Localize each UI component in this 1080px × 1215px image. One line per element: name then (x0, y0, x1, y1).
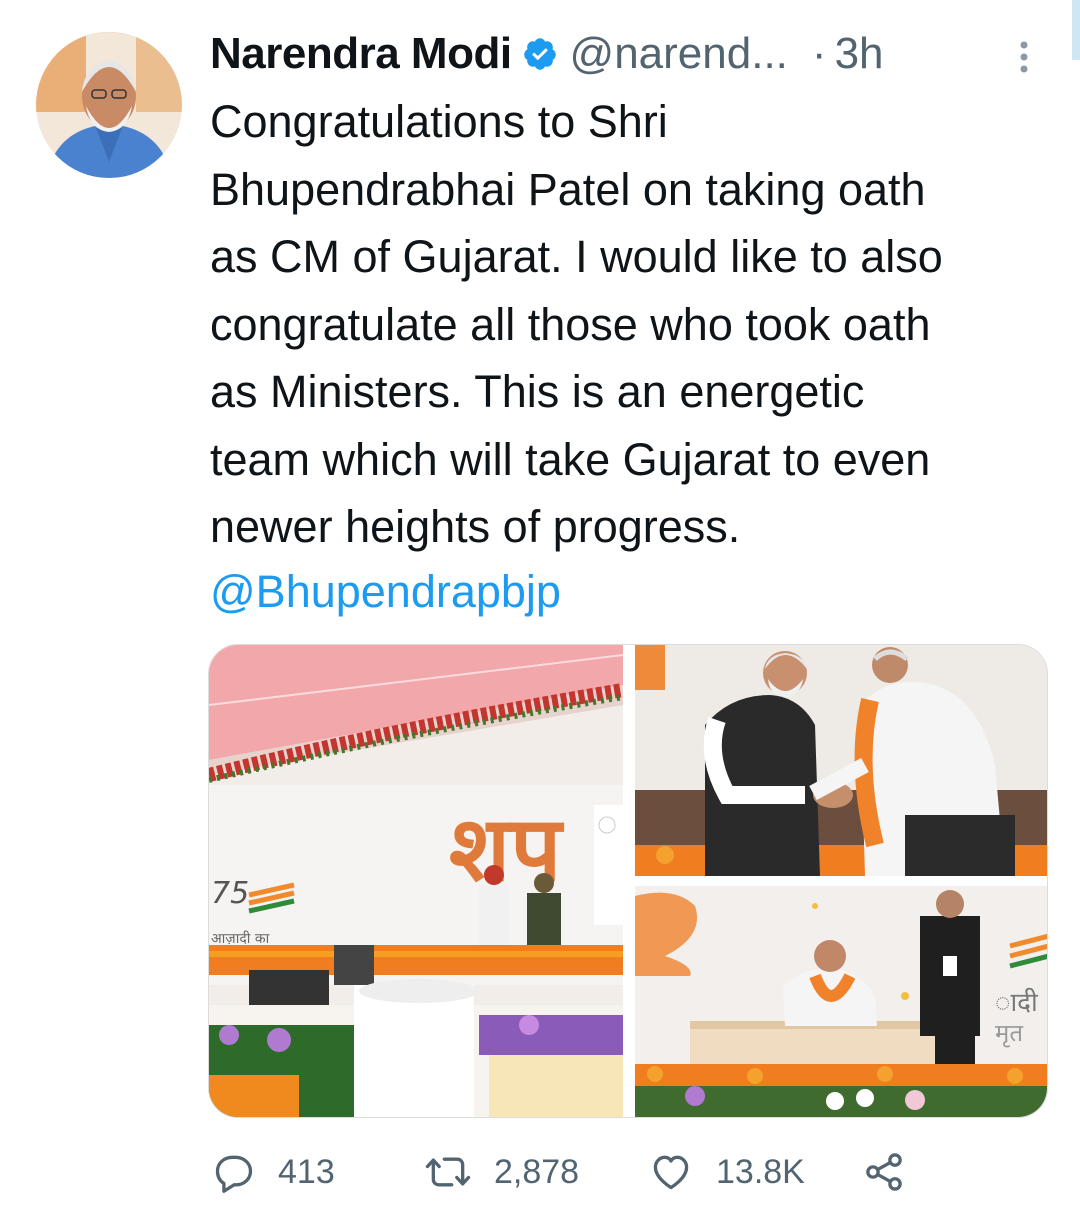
action-bar: 413 2,878 13.8K (212, 1144, 932, 1200)
svg-text:75: 75 (211, 876, 249, 911)
retweet-icon (425, 1157, 471, 1187)
like-count: 13.8K (716, 1152, 805, 1191)
share-button[interactable] (862, 1150, 928, 1194)
retweet-count: 2,878 (494, 1152, 580, 1191)
author-name[interactable]: Narendra Modi (210, 29, 512, 79)
tweet[interactable]: Narendra Modi @narend... · 3h Congratula… (0, 0, 1080, 1215)
tweet-time[interactable]: 3h (835, 29, 884, 79)
separator-dot: · (811, 29, 827, 78)
photo-handshake[interactable] (635, 645, 1047, 876)
reply-button[interactable]: 413 (212, 1150, 335, 1194)
retweet-button[interactable]: 2,878 (424, 1150, 579, 1194)
share-icon (866, 1153, 902, 1191)
tweet-header: Narendra Modi @narend... · 3h (210, 29, 1060, 79)
reply-count: 413 (278, 1152, 335, 1191)
tweet-text: Congratulations to Shri Bhupendrabhai Pa… (210, 96, 943, 552)
verified-badge-icon (522, 36, 558, 72)
scrollbar[interactable] (1072, 0, 1080, 60)
side-text-1: ादी (995, 987, 1039, 1018)
media-grid: शप 75 आज़ादी का ादी मृत (208, 644, 1048, 1118)
avatar[interactable] (36, 32, 182, 178)
side-text-2: मृत (995, 1019, 1024, 1048)
svg-text:आज़ादी का: आज़ादी का (211, 930, 270, 947)
like-button[interactable]: 13.8K (648, 1150, 805, 1194)
more-options-icon[interactable] (1018, 36, 1030, 86)
photo-signing[interactable]: ादी मृत (635, 886, 1047, 1117)
author-handle[interactable]: @narend... (570, 29, 788, 79)
mention-link[interactable]: @Bhupendrapbjp (210, 566, 561, 618)
like-icon (653, 1155, 689, 1190)
reply-icon (215, 1155, 253, 1193)
photo-stage[interactable]: शप 75 आज़ादी का (209, 645, 623, 1117)
